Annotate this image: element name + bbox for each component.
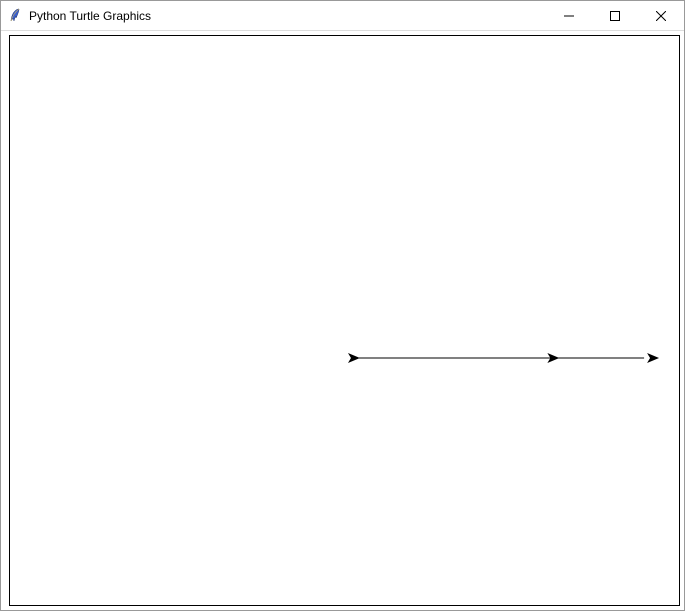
canvas-border [9,35,680,606]
close-icon [656,11,666,21]
window-title: Python Turtle Graphics [29,9,546,23]
turtle-canvas [10,36,679,607]
turtle-cursor-icon [647,353,659,363]
minimize-button[interactable] [546,1,592,30]
feather-icon [7,8,23,24]
window-controls [546,1,684,30]
close-button[interactable] [638,1,684,30]
maximize-icon [610,11,620,21]
titlebar: Python Turtle Graphics [1,1,684,31]
minimize-icon [564,11,574,21]
canvas-area [1,31,684,610]
turtle-cursor-icon [348,353,360,363]
maximize-button[interactable] [592,1,638,30]
